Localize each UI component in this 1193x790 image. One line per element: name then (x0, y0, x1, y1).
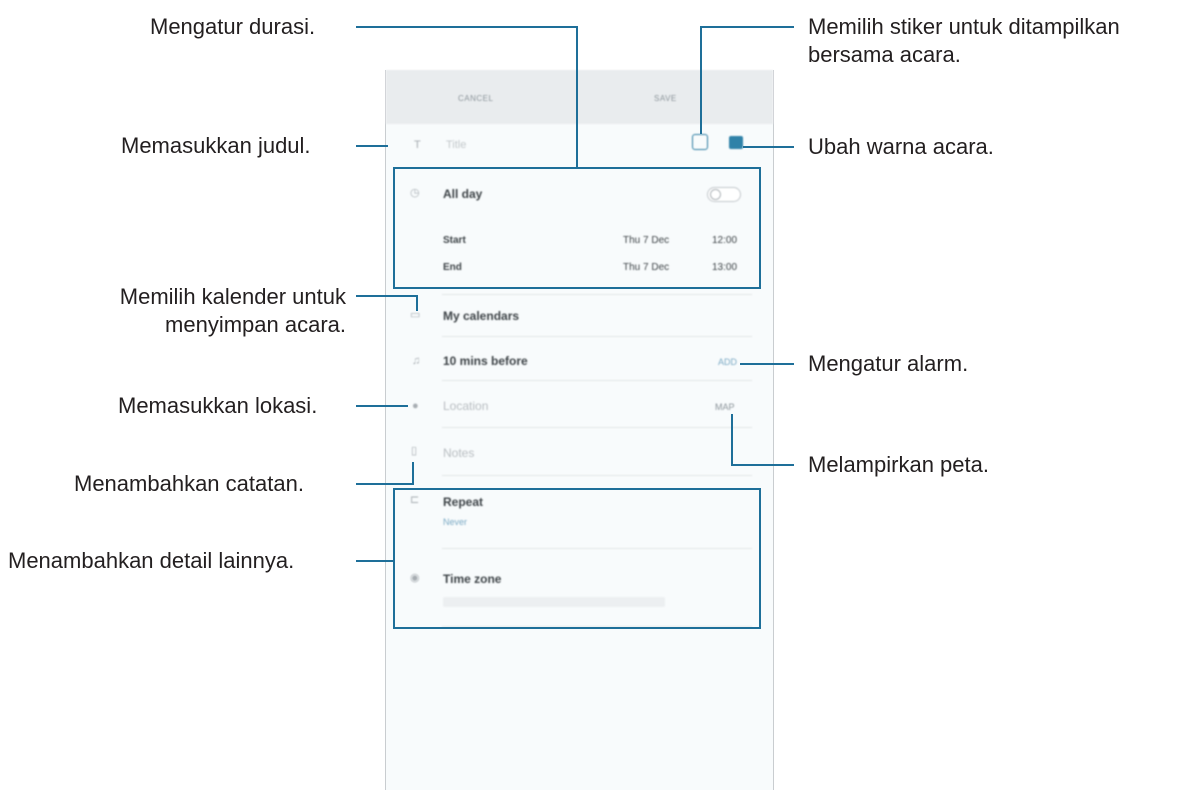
top-action-bar: CANCEL SAVE (386, 70, 773, 124)
callout-sticker-line2: bersama acara. (808, 42, 961, 67)
add-alarm-button[interactable]: ADD (718, 357, 737, 367)
leader-line (412, 462, 414, 485)
title-icon: T (414, 139, 421, 151)
notes-icon: ▯ (411, 445, 418, 457)
location-input[interactable]: Location (443, 399, 488, 413)
callout-sticker-line1: Memilih stiker untuk ditampilkan (808, 14, 1120, 39)
leader-line (356, 405, 408, 407)
save-button[interactable]: SAVE (654, 94, 677, 103)
callout-duration: Mengatur durasi. (150, 14, 316, 39)
callout-notes: Menambahkan catatan. (74, 471, 304, 496)
leader-line (576, 26, 578, 167)
callout-title: Memasukkan judul. (121, 133, 311, 158)
callout-sticker: Memilih stiker untuk ditampilkan bersama… (808, 13, 1120, 69)
sticker-icon[interactable] (692, 134, 708, 150)
divider (442, 475, 752, 476)
calendar-icon: ▭ (410, 309, 421, 321)
callout-location: Memasukkan lokasi. (118, 393, 318, 418)
leader-line (700, 26, 794, 28)
title-input[interactable]: Title (446, 139, 466, 151)
leader-line (356, 26, 578, 28)
leader-line (356, 295, 418, 297)
event-color-swatch[interactable] (729, 136, 743, 149)
callout-color: Ubah warna acara. (808, 134, 994, 159)
leader-line (356, 560, 393, 562)
calendar-selector[interactable]: My calendars (443, 309, 519, 323)
details-highlight-box (393, 488, 761, 629)
callout-calendar: Memilih kalender untuk menyimpan acara. (120, 283, 346, 339)
leader-line (740, 363, 794, 365)
leader-line (700, 26, 702, 134)
leader-line (416, 295, 418, 311)
leader-line (731, 464, 794, 466)
callout-calendar-line2: menyimpan acara. (165, 312, 346, 337)
leader-line (356, 483, 414, 485)
callout-map: Melampirkan peta. (808, 452, 989, 477)
reminder-value[interactable]: 10 mins before (443, 354, 528, 368)
cancel-button[interactable]: CANCEL (458, 94, 493, 103)
leader-line (356, 145, 388, 147)
divider (442, 336, 752, 337)
divider (442, 294, 752, 295)
map-button[interactable]: MAP (715, 402, 735, 412)
divider (442, 427, 752, 428)
leader-line (731, 414, 733, 466)
duration-highlight-box (393, 167, 761, 289)
callout-calendar-line1: Memilih kalender untuk (119, 284, 346, 309)
notes-input[interactable]: Notes (443, 446, 474, 460)
location-pin-icon: ● (412, 400, 419, 412)
callout-alarm: Mengatur alarm. (808, 351, 969, 376)
divider (442, 380, 752, 381)
callout-details: Menambahkan detail lainnya. (8, 548, 295, 573)
bell-icon: ♫ (412, 355, 421, 367)
leader-line (743, 146, 794, 148)
